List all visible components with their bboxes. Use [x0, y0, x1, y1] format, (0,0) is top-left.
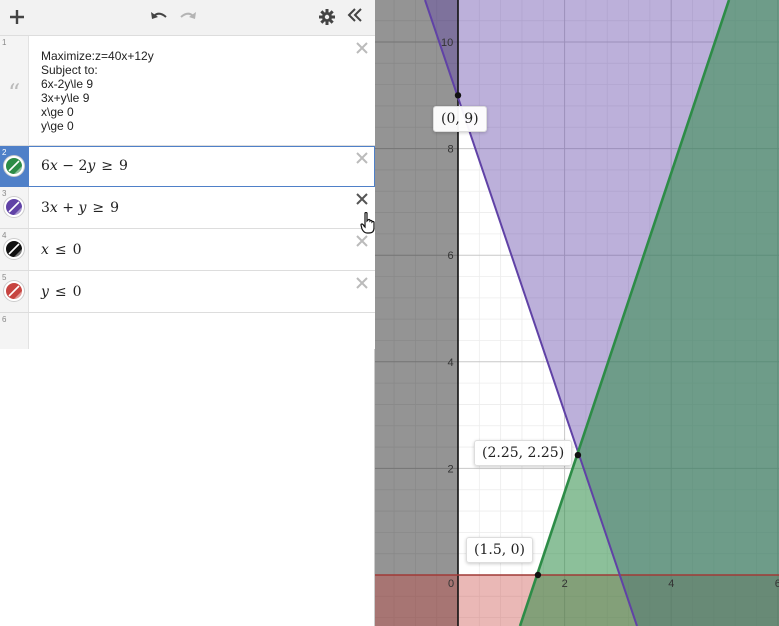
note-line: Subject to: [41, 63, 98, 77]
undo-icon [151, 12, 167, 19]
undo-button[interactable] [149, 9, 169, 27]
constant: 0 [72, 242, 82, 258]
variable: x [49, 200, 58, 216]
expression-panel: 1 “ Maximize:z=40x+12y Subject to: 6x-2y… [0, 0, 375, 626]
delete-expression-button[interactable] [355, 192, 369, 206]
operator: − 2 [57, 158, 88, 174]
variable: x [49, 158, 58, 174]
settings-button[interactable] [319, 9, 335, 25]
relation: ≤ [54, 242, 67, 258]
expression-index: 1 [2, 38, 7, 47]
intersection-point[interactable] [574, 451, 582, 459]
expression-index: 4 [2, 231, 7, 240]
point-label[interactable]: (2.25, 2.25) [474, 440, 573, 466]
expression-row-5[interactable]: 5 y ≤0 [0, 271, 375, 313]
intersection-point[interactable] [534, 571, 542, 579]
expression-index: 6 [2, 315, 7, 324]
redo-button[interactable] [178, 9, 198, 27]
region-x-le-0 [375, 0, 458, 626]
expression-gutter: 1 “ [0, 36, 29, 145]
add-expression-button[interactable] [9, 7, 25, 29]
expression-gutter: 2 [0, 146, 29, 186]
inequality-shade-icon [8, 201, 22, 215]
expression-gutter: 3 [0, 187, 29, 228]
delete-expression-button[interactable] [355, 41, 369, 55]
x-tick-label: 2 [562, 578, 568, 590]
close-icon [356, 277, 368, 289]
expression-row-3[interactable]: 3 3x + y ≥9 [0, 187, 375, 229]
relation: ≥ [101, 158, 114, 174]
relation: ≥ [92, 200, 105, 216]
note-line: Maximize:z=40x+12y [41, 49, 154, 63]
collapse-panel-button[interactable] [347, 7, 363, 27]
constant: 0 [72, 284, 82, 300]
y-tick-label: 2 [448, 463, 454, 475]
close-icon [356, 235, 368, 247]
x-tick-label: 4 [668, 578, 674, 590]
close-icon [356, 152, 368, 164]
expression-index: 3 [2, 189, 7, 198]
note-line: y\ge 0 [41, 119, 74, 133]
expression-row-4[interactable]: 4 x ≤0 [0, 229, 375, 271]
x-tick-label: 0 [448, 578, 454, 590]
note-line: 6x-2y\le 9 [41, 77, 94, 91]
close-icon [356, 42, 368, 54]
note-text[interactable]: Maximize:z=40x+12y Subject to: 6x-2y\le … [41, 49, 154, 133]
y-tick-label: 6 [448, 250, 454, 262]
expression-index: 2 [2, 148, 7, 157]
graph-canvas[interactable]: 0 2 4 6 2 4 6 8 10 [375, 0, 779, 626]
inequality-shade-icon [8, 285, 22, 299]
expression-math[interactable]: 3x + y ≥9 [41, 200, 119, 216]
x-tick-label: 6 [775, 578, 779, 590]
relation: ≤ [54, 284, 67, 300]
quote-icon: “ [8, 79, 21, 107]
delete-expression-button[interactable] [355, 151, 369, 165]
constant: 9 [119, 158, 128, 174]
redo-icon [180, 12, 196, 19]
expression-row-note[interactable]: 1 “ Maximize:z=40x+12y Subject to: 6x-2y… [0, 36, 375, 146]
hand-cursor-icon [360, 212, 375, 234]
intersection-point[interactable] [454, 92, 462, 99]
close-icon [356, 193, 368, 205]
inequality-shade-icon [8, 243, 22, 257]
expression-index: 5 [2, 273, 7, 282]
double-chevron-left-icon [347, 8, 362, 22]
gear-icon [319, 9, 335, 25]
color-toggle-button[interactable] [4, 197, 24, 217]
constant: 9 [110, 200, 120, 216]
y-tick-label: 10 [441, 37, 453, 49]
expression-gutter: 5 [0, 271, 29, 312]
note-line: 3x+y\le 9 [41, 91, 90, 105]
expression-row-2[interactable]: 2 6x − 2y ≥9 [0, 146, 375, 187]
expression-gutter: 4 [0, 229, 29, 270]
delete-expression-button[interactable] [355, 276, 369, 290]
graph-paper[interactable]: 0 2 4 6 2 4 6 8 10 (0, 9) (2.25, 2.25) (1.5, 0) [375, 0, 779, 626]
operator: + [57, 200, 79, 216]
color-toggle-button[interactable] [4, 239, 24, 259]
expression-math[interactable]: x ≤0 [41, 242, 82, 258]
expression-row-new[interactable]: 6 [0, 313, 375, 349]
plus-icon [10, 10, 24, 24]
y-tick-label: 4 [448, 357, 454, 369]
delete-expression-button[interactable] [355, 234, 369, 248]
point-label[interactable]: (1.5, 0) [466, 537, 533, 563]
coefficient: 6 [41, 158, 50, 174]
inequality-shade-icon [8, 160, 22, 174]
expression-toolbar [0, 0, 375, 36]
expression-gutter: 6 [0, 313, 29, 349]
variable: x [41, 242, 49, 258]
color-toggle-button[interactable] [4, 156, 24, 176]
variable: y [41, 284, 49, 300]
expression-math[interactable]: 6x − 2y ≥9 [41, 158, 128, 174]
color-toggle-button[interactable] [4, 281, 24, 301]
coefficient: 3 [41, 200, 50, 216]
note-line: x\ge 0 [41, 105, 74, 119]
point-label[interactable]: (0, 9) [433, 106, 487, 132]
y-tick-label: 8 [448, 144, 454, 156]
expression-math[interactable]: y ≤0 [41, 284, 82, 300]
